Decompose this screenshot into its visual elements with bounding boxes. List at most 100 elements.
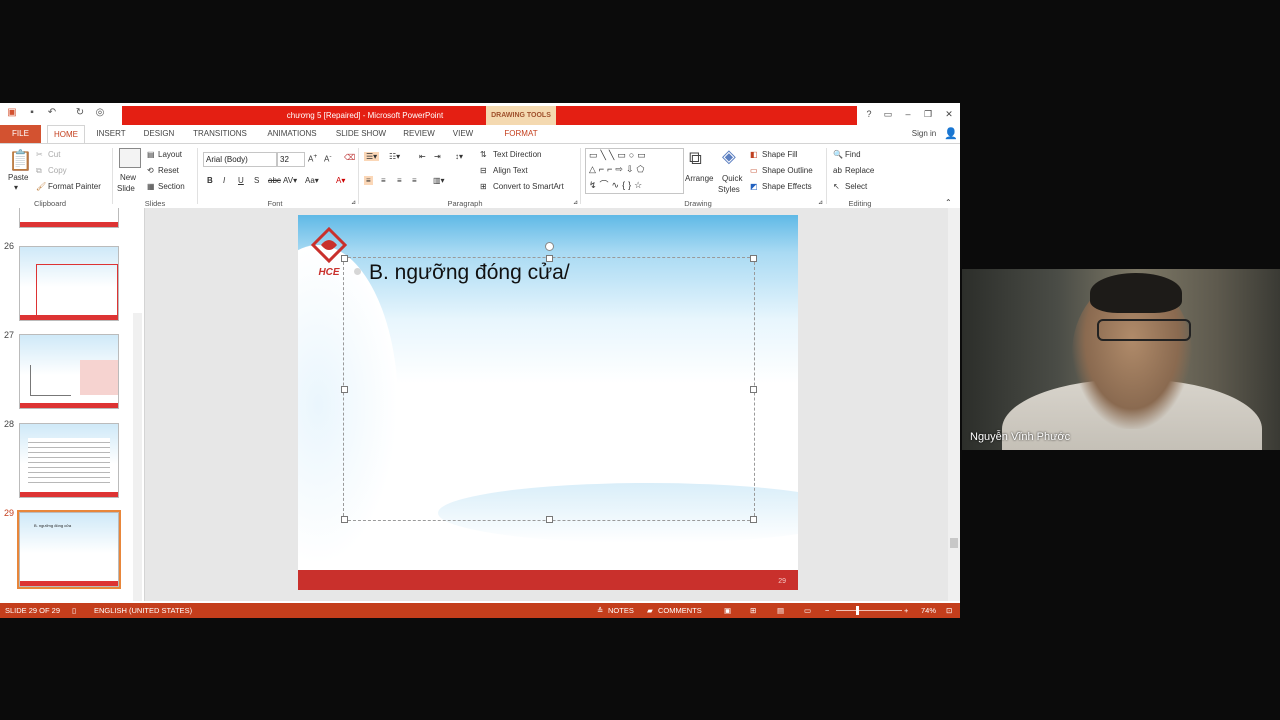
slide-thumbnail-25[interactable] (19, 208, 119, 228)
font-name-box[interactable]: Arial (Body) (203, 152, 277, 167)
align-left-icon[interactable]: ≡ (364, 176, 373, 185)
convert-to-smartart-button[interactable]: Convert to SmartArt (493, 182, 564, 191)
help-icon[interactable]: ? (862, 107, 876, 121)
slide-thumbnail-29[interactable]: B. ngưỡng đóng cửa (17, 510, 121, 589)
layout-button[interactable]: Layout (158, 150, 182, 159)
content-placeholder[interactable] (341, 242, 757, 523)
redo-icon[interactable]: ↻ (74, 107, 86, 119)
tab-slide-show[interactable]: SLIDE SHOW (331, 125, 391, 143)
rotation-handle-icon[interactable] (545, 242, 554, 251)
resize-handle-left[interactable] (341, 386, 348, 393)
shape-effects-button[interactable]: Shape Effects (762, 182, 812, 191)
reset-button[interactable]: Reset (158, 166, 179, 175)
section-button[interactable]: Section (158, 182, 185, 191)
fit-slide-icon[interactable]: ⊡ (946, 603, 952, 618)
justify-icon[interactable]: ≡ (412, 176, 417, 185)
align-right-icon[interactable]: ≡ (397, 176, 402, 185)
tab-view[interactable]: VIEW (447, 125, 479, 143)
new-slide-icon[interactable] (119, 148, 141, 168)
quick-styles-label-1[interactable]: Quick (722, 174, 742, 183)
zoom-level[interactable]: 74% (921, 603, 936, 618)
align-center-icon[interactable]: ≡ (381, 176, 386, 185)
close-icon[interactable]: ✕ (942, 107, 956, 121)
tab-transitions[interactable]: TRANSITIONS (186, 125, 254, 143)
tab-animations[interactable]: ANIMATIONS (262, 125, 322, 143)
resize-handle-top-right[interactable] (750, 255, 757, 262)
quick-styles-label-2[interactable]: Styles (718, 185, 740, 194)
slide-body-text[interactable]: B. ngưỡng đóng cửa/ (369, 261, 570, 285)
tab-review[interactable]: REVIEW (399, 125, 439, 143)
change-case-icon[interactable]: Aa▾ (305, 176, 319, 185)
cut-button[interactable]: Cut (48, 150, 60, 159)
zoom-out-icon[interactable]: − (825, 603, 829, 618)
paragraph-dialog-launcher-icon[interactable]: ⊿ (573, 199, 578, 206)
new-slide-label-2[interactable]: Slide (117, 184, 135, 193)
select-button[interactable]: Select (845, 182, 867, 191)
paste-icon[interactable]: 📋 (8, 148, 33, 173)
shrink-font-icon[interactable]: A- (324, 153, 332, 164)
language-status[interactable]: ENGLISH (UNITED STATES) (94, 603, 192, 618)
slide-thumbnail-26[interactable] (19, 246, 119, 321)
font-size-box[interactable]: 32 (277, 152, 305, 167)
shape-fill-button[interactable]: Shape Fill (762, 150, 798, 159)
line-spacing-icon[interactable]: ↕▾ (455, 152, 463, 161)
save-icon[interactable]: ▪ (26, 107, 38, 119)
paste-button[interactable]: Paste (8, 173, 28, 182)
strikethrough-icon[interactable]: abc (268, 176, 281, 185)
align-text-button[interactable]: Align Text (493, 166, 528, 175)
grow-font-icon[interactable]: A+ (308, 153, 317, 164)
arrange-icon[interactable]: ⧉ (689, 148, 702, 169)
start-slideshow-icon[interactable]: ◎ (94, 107, 106, 119)
font-dialog-launcher-icon[interactable]: ⊿ (351, 199, 356, 206)
shape-outline-button[interactable]: Shape Outline (762, 166, 813, 175)
slide-thumbnail-27[interactable] (19, 334, 119, 409)
undo-icon[interactable]: ↶ (46, 107, 58, 119)
spell-check-icon[interactable]: ▯ (72, 603, 76, 618)
tab-home[interactable]: HOME (47, 125, 85, 144)
replace-button[interactable]: Replace (845, 166, 874, 175)
collapse-ribbon-icon[interactable]: ⌃ (945, 198, 952, 207)
zoom-in-icon[interactable]: + (904, 603, 908, 618)
columns-icon[interactable]: ▥▾ (433, 176, 445, 185)
slide-sorter-icon[interactable]: ⊞ (750, 603, 756, 618)
notes-button[interactable]: NOTES (608, 603, 634, 618)
canvas-scroll-thumb[interactable] (950, 538, 958, 548)
resize-handle-bottom-right[interactable] (750, 516, 757, 523)
zoom-slider-thumb[interactable] (856, 606, 859, 615)
restore-icon[interactable]: ❐ (921, 107, 935, 121)
resize-handle-bottom[interactable] (546, 516, 553, 523)
drawing-dialog-launcher-icon[interactable]: ⊿ (818, 199, 823, 206)
numbering-icon[interactable]: ☷▾ (389, 152, 400, 161)
tab-format[interactable]: FORMAT (498, 125, 544, 143)
italic-icon[interactable]: I (223, 176, 225, 185)
tab-design[interactable]: DESIGN (140, 125, 178, 143)
paste-dropdown-icon[interactable]: ▾ (14, 183, 18, 192)
quick-styles-icon[interactable]: ◈ (722, 146, 736, 167)
sign-in-link[interactable]: Sign in (906, 125, 942, 143)
thumbnails-scrollbar[interactable] (133, 313, 142, 601)
tab-insert[interactable]: INSERT (91, 125, 131, 143)
user-avatar-icon[interactable]: 👤 (943, 125, 959, 143)
character-spacing-icon[interactable]: AV▾ (283, 176, 297, 185)
normal-view-icon[interactable]: ▣ (724, 603, 731, 618)
arrange-button[interactable]: Arrange (685, 174, 713, 183)
clear-formatting-icon[interactable]: ⌫ (344, 153, 355, 162)
shapes-gallery[interactable]: ▭╲╲▭○▭ △⌐⌐⇨⇩⬠ ↯⌒∿{}☆ (585, 148, 684, 194)
resize-handle-bottom-left[interactable] (341, 516, 348, 523)
new-slide-label-1[interactable]: New (120, 173, 136, 182)
slide-show-icon[interactable]: ▭ (804, 603, 811, 618)
ribbon-display-options-icon[interactable]: ▭ (881, 107, 895, 121)
reading-view-icon[interactable]: ▤ (777, 603, 784, 618)
comments-button[interactable]: COMMENTS (658, 603, 702, 618)
text-direction-button[interactable]: Text Direction (493, 150, 541, 159)
format-painter-button[interactable]: Format Painter (48, 182, 101, 191)
copy-button[interactable]: Copy (48, 166, 67, 175)
increase-indent-icon[interactable]: ⇥ (434, 152, 441, 161)
decrease-indent-icon[interactable]: ⇤ (419, 152, 426, 161)
shadow-icon[interactable]: S (254, 176, 259, 185)
bullets-icon[interactable]: ☰▾ (364, 152, 380, 161)
zoom-slider[interactable] (836, 610, 902, 611)
font-color-icon[interactable]: A▾ (336, 176, 345, 185)
slide-thumbnail-28[interactable] (19, 423, 119, 498)
resize-handle-top-left[interactable] (341, 255, 348, 262)
